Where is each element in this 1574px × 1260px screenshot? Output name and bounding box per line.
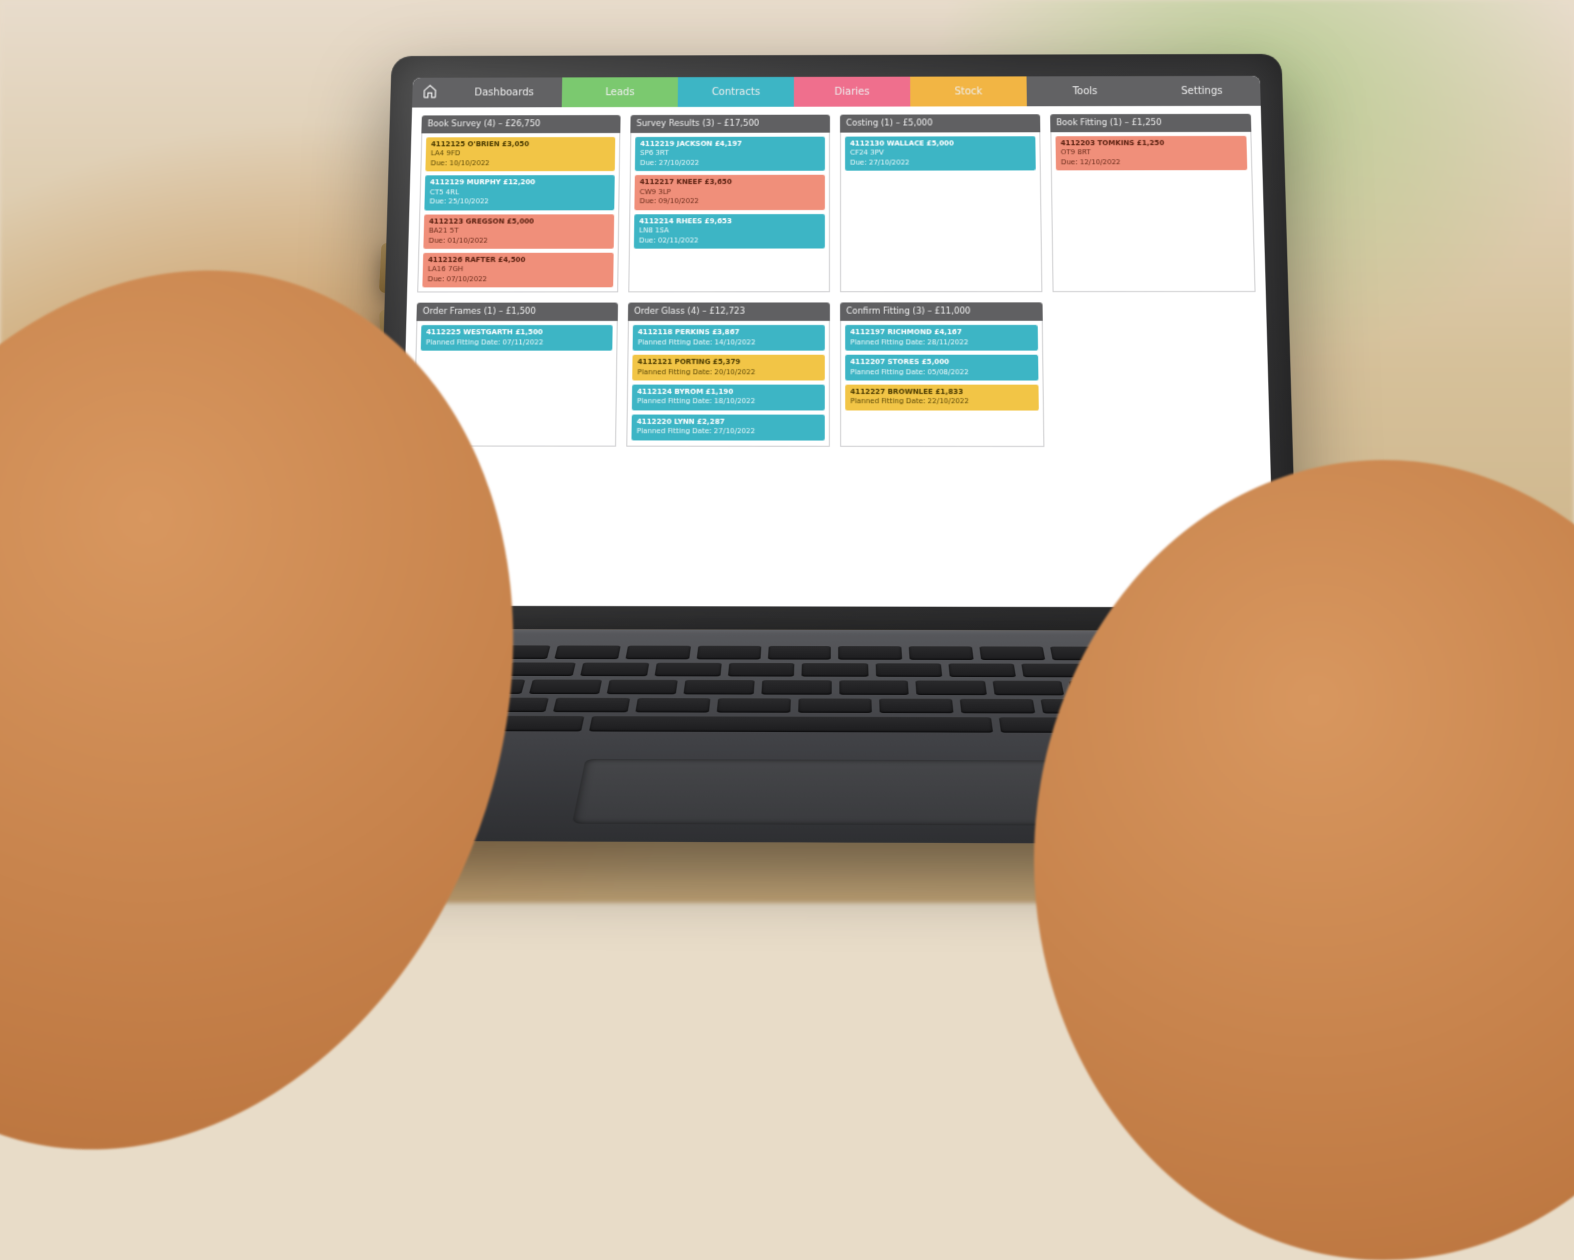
- kanban-card[interactable]: 4112219 JACKSON £4,197SP6 3RTDue: 27/10/…: [635, 137, 825, 172]
- kanban-column: Survey Results (3) – £17,500 4112219 JACK…: [628, 115, 830, 293]
- nav-diaries[interactable]: Diaries: [794, 77, 910, 107]
- home-icon: [422, 84, 437, 102]
- nav-settings[interactable]: Settings: [1143, 76, 1261, 106]
- column-header[interactable]: Order Glass (4) – £12,723: [628, 303, 830, 321]
- kanban-row-2: Order Frames (1) – £1,500 4112225 WESTGAR…: [413, 303, 1260, 448]
- app-screen: Dashboards Leads Contracts Diaries Stock…: [399, 76, 1275, 608]
- nav-contracts[interactable]: Contracts: [678, 77, 794, 107]
- kanban-card[interactable]: 4112124 BYROM £1,190Planned Fitting Date…: [632, 385, 825, 411]
- kanban-card[interactable]: 4112126 RAFTER £4,500LA16 7GHDue: 07/10/…: [422, 253, 613, 288]
- column-header[interactable]: Book Fitting (1) – £1,250: [1050, 114, 1251, 132]
- kanban-card[interactable]: 4112220 LYNN £2,287Planned Fitting Date:…: [631, 414, 824, 440]
- kanban-card[interactable]: 4112118 PERKINS £3,867Planned Fitting Da…: [633, 325, 825, 351]
- kanban-column: Book Survey (4) – £26,750 4112125 O'BRIEN…: [417, 115, 620, 293]
- top-nav: Dashboards Leads Contracts Diaries Stock…: [412, 76, 1261, 108]
- kanban-column: Order Glass (4) – £12,723 4112118 PERKINS…: [626, 303, 830, 447]
- kanban-column: [1053, 303, 1260, 448]
- nav-home[interactable]: [412, 78, 447, 108]
- kanban-card[interactable]: 4112217 KNEEF £3,650CW9 3LPDue: 09/10/20…: [634, 175, 825, 210]
- column-header[interactable]: Costing (1) – £5,000: [840, 114, 1040, 132]
- column-header[interactable]: Order Frames (1) – £1,500: [416, 303, 618, 321]
- kanban-card[interactable]: 4112225 WESTGARTH £1,500Planned Fitting …: [421, 325, 613, 351]
- nav-stock[interactable]: Stock: [910, 76, 1027, 106]
- column-header[interactable]: Survey Results (3) – £17,500: [630, 115, 830, 133]
- laptop-lid: Dashboards Leads Contracts Diaries Stock…: [375, 54, 1298, 631]
- column-header[interactable]: Book Survey (4) – £26,750: [421, 115, 620, 133]
- column-body: 4112118 PERKINS £3,867Planned Fitting Da…: [626, 321, 830, 447]
- kanban-card[interactable]: 4112123 GREGSON £5,000BA21 5TDue: 01/10/…: [423, 214, 614, 249]
- kanban-row-1: Book Survey (4) – £26,750 4112125 O'BRIEN…: [417, 114, 1255, 293]
- column-body: 4112197 RICHMOND £4,167Planned Fitting D…: [840, 321, 1044, 447]
- column-body: 4112125 O'BRIEN £3,050LA4 9FDDue: 10/10/…: [417, 133, 620, 293]
- kanban-card[interactable]: 4112214 RHEES £9,653LN8 1SADue: 02/11/20…: [634, 214, 825, 249]
- kanban-card[interactable]: 4112125 O'BRIEN £3,050LA4 9FDDue: 10/10/…: [425, 137, 615, 172]
- kanban-column: Book Fitting (1) – £1,250 4112203 TOMKINS…: [1050, 114, 1255, 293]
- kanban-card[interactable]: 4112197 RICHMOND £4,167Planned Fitting D…: [845, 325, 1038, 351]
- nav-tools[interactable]: Tools: [1027, 76, 1144, 106]
- column-body: 4112203 TOMKINS £1,250OT9 8RTDue: 12/10/…: [1050, 132, 1255, 293]
- kanban-column: Confirm Fitting (3) – £11,000 4112197 RIC…: [840, 303, 1044, 448]
- nav-dashboards[interactable]: Dashboards: [446, 77, 562, 107]
- trackpad: [572, 759, 1099, 826]
- laptop: Dashboards Leads Contracts Diaries Stock…: [375, 54, 1298, 631]
- column-body: 4112130 WALLACE £5,000CF24 3PVDue: 27/10…: [840, 132, 1042, 292]
- nav-leads[interactable]: Leads: [562, 77, 678, 107]
- kanban-card[interactable]: 4112121 PORTING £5,379Planned Fitting Da…: [632, 355, 825, 381]
- kanban-board: Book Survey (4) – £26,750 4112125 O'BRIEN…: [399, 106, 1275, 608]
- kanban-column: Costing (1) – £5,000 4112130 WALLACE £5,0…: [840, 114, 1042, 292]
- kanban-card[interactable]: 4112227 BROWNLEE £1,833Planned Fitting D…: [845, 385, 1039, 411]
- kanban-card[interactable]: 4112203 TOMKINS £1,250OT9 8RTDue: 12/10/…: [1055, 136, 1247, 171]
- column-body: 4112219 JACKSON £4,197SP6 3RTDue: 27/10/…: [628, 133, 830, 293]
- kanban-card[interactable]: 4112207 STORES £5,000Planned Fitting Dat…: [845, 355, 1038, 381]
- kanban-card[interactable]: 4112130 WALLACE £5,000CF24 3PVDue: 27/10…: [845, 136, 1036, 171]
- kanban-card[interactable]: 4112129 MURPHY £12,200CT5 4RLDue: 25/10/…: [424, 175, 614, 210]
- column-header[interactable]: Confirm Fitting (3) – £11,000: [840, 303, 1043, 322]
